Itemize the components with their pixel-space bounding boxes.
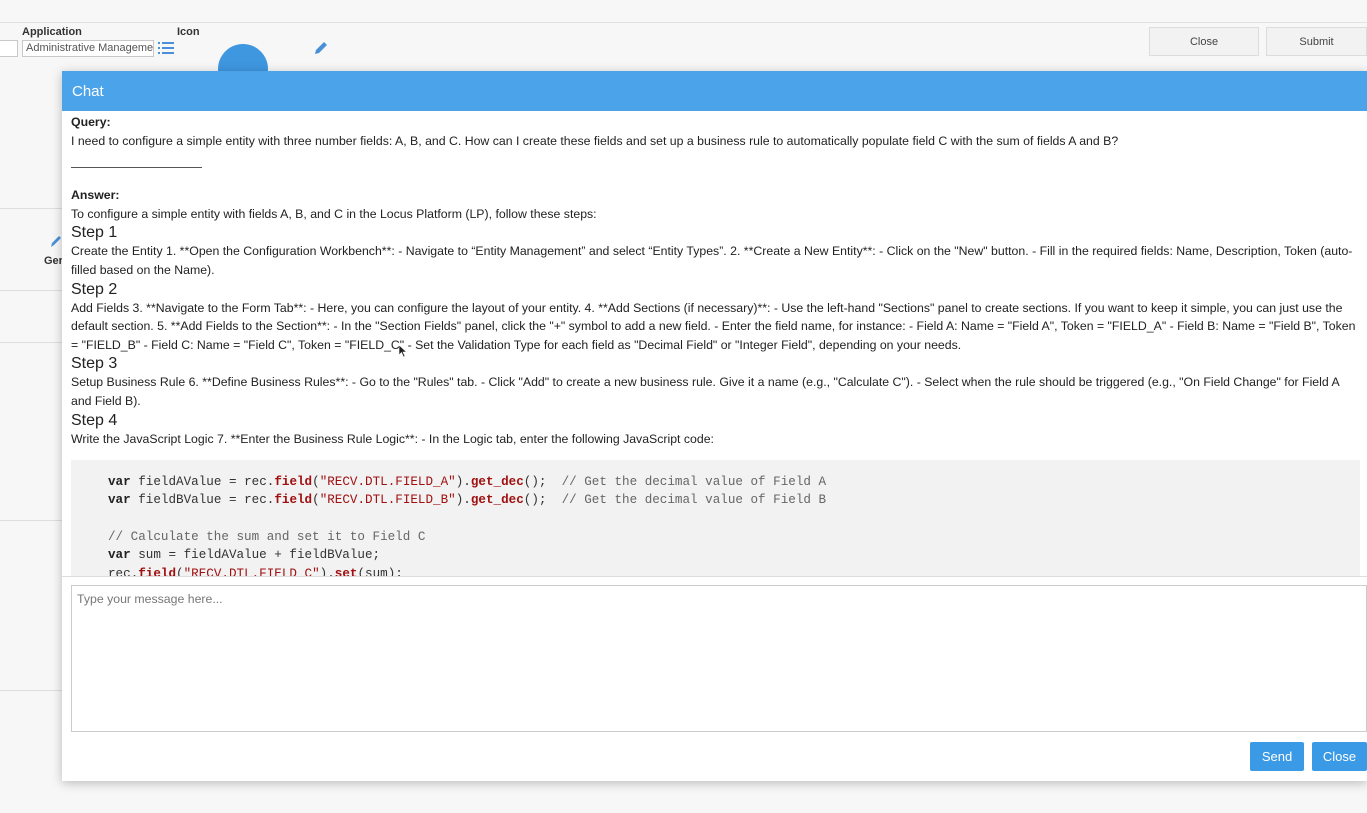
step-3-title: Step 3 [71,355,118,373]
side-label: Ger [44,255,63,267]
list-icon[interactable] [158,41,174,55]
step-2-text: Add Fields 3. **Navigate to the Form Tab… [71,300,1356,352]
message-input[interactable] [71,585,1367,732]
left-input-stub[interactable] [0,40,18,57]
top-divider [0,22,1367,23]
step-4-text: Write the JavaScript Logic 7. **Enter th… [71,431,714,446]
edit-icon[interactable] [50,234,62,248]
step-1-text: Create the Entity 1. **Open the Configur… [71,244,1353,277]
bg-divider [0,520,62,521]
close-button[interactable]: Close [1312,742,1367,771]
answer-intro: To configure a simple entity with fields… [71,206,597,221]
application-input[interactable]: Administrative Management [22,40,154,57]
code-line-1: var fieldAValue = rec.field("RECV.DTL.FI… [108,475,827,490]
bg-divider [0,208,62,209]
close-button-bg[interactable]: Close [1149,27,1259,56]
input-divider [62,576,1367,577]
step-4-title: Step 4 [71,411,118,429]
bg-divider [0,342,62,343]
answer-label: Answer: [71,188,120,203]
query-separator [71,167,202,169]
query-text: I need to configure a simple entity with… [71,133,1119,148]
chat-title: Chat [62,71,1367,111]
bg-divider [0,690,62,691]
code-block: var fieldAValue = rec.field("RECV.DTL.FI… [71,460,1360,576]
code-line-5: rec.field("RECV.DTL.FIELD_C").set(sum); [108,566,403,576]
chat-body[interactable]: Query: I need to configure a simple enti… [62,111,1367,576]
application-label: Application [22,26,82,38]
code-line-3: // Calculate the sum and set it to Field… [108,530,426,545]
icon-label: Icon [177,26,200,38]
submit-button[interactable]: Submit [1266,27,1367,56]
code-line-2: var fieldBValue = rec.field("RECV.DTL.FI… [108,493,827,508]
step-3-text: Setup Business Rule 6. **Define Business… [71,375,1339,408]
chat-modal: Chat Query: I need to configure a simple… [62,71,1367,781]
mouse-cursor-icon [399,345,407,357]
pencil-icon[interactable] [313,40,329,56]
step-1-title: Step 1 [71,224,118,242]
bg-divider [0,290,62,291]
query-label: Query: [71,115,111,129]
send-button[interactable]: Send [1250,742,1304,771]
step-2-title: Step 2 [71,280,118,298]
code-line-4: var sum = fieldAValue + fieldBValue; [108,548,381,563]
